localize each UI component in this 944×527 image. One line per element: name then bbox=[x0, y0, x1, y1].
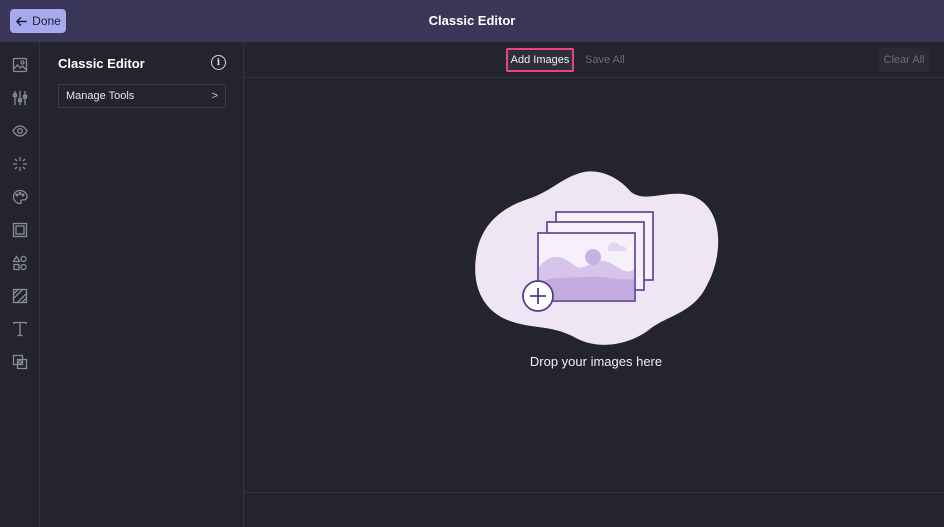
save-all-button[interactable]: Save All bbox=[585, 54, 625, 66]
chevron-right-icon: > bbox=[211, 90, 218, 102]
manage-tools-label: Manage Tools bbox=[66, 90, 135, 102]
image-icon[interactable] bbox=[10, 55, 30, 75]
tool-rail bbox=[0, 42, 40, 527]
shapes-icon[interactable] bbox=[10, 253, 30, 273]
adjust-sliders-icon[interactable] bbox=[10, 88, 30, 108]
sparkle-icon[interactable] bbox=[10, 154, 30, 174]
image-dropzone[interactable] bbox=[470, 165, 722, 355]
canvas-footer-divider bbox=[244, 492, 944, 493]
dropzone-label: Drop your images here bbox=[529, 354, 663, 369]
text-icon[interactable] bbox=[10, 319, 30, 339]
page-title: Classic Editor bbox=[428, 13, 516, 28]
info-icon[interactable]: i bbox=[211, 55, 226, 70]
tools-panel: Classic Editor i Manage Tools > bbox=[40, 42, 244, 527]
clear-all-button[interactable]: Clear All bbox=[878, 48, 930, 72]
panel-title: Classic Editor bbox=[58, 56, 145, 71]
add-images-button[interactable]: Add Images bbox=[506, 48, 574, 72]
eye-icon[interactable] bbox=[10, 121, 30, 141]
frame-icon[interactable] bbox=[10, 220, 30, 240]
top-bar: Done Classic Editor bbox=[0, 0, 944, 42]
editor-toolbar: Add Images Save All Clear All bbox=[244, 42, 944, 78]
palette-icon[interactable] bbox=[10, 187, 30, 207]
manage-tools-button[interactable]: Manage Tools > bbox=[58, 84, 226, 108]
texture-icon[interactable] bbox=[10, 286, 30, 306]
overlay-icon[interactable] bbox=[10, 352, 30, 372]
